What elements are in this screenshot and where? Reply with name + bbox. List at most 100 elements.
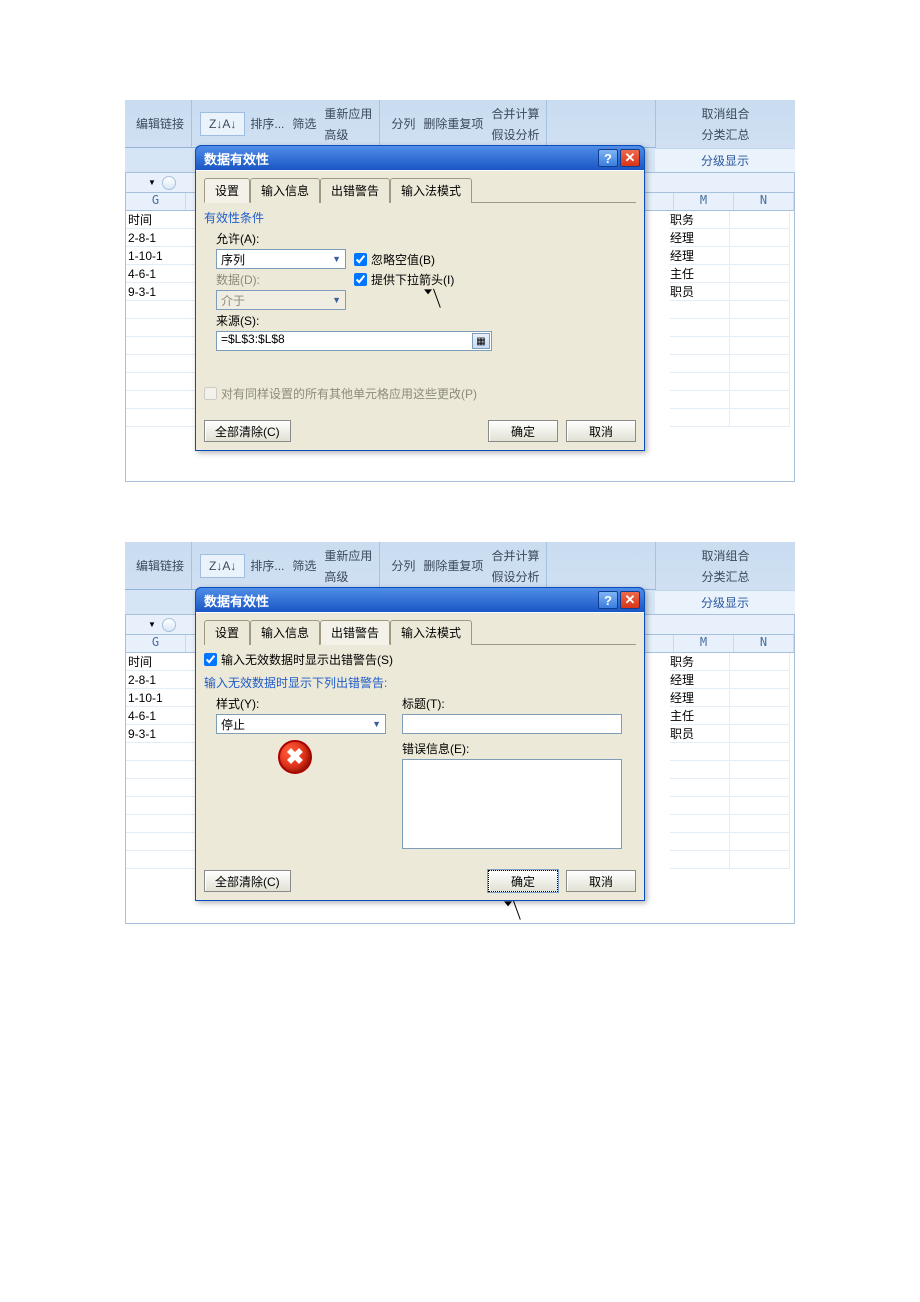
tab-ime-mode[interactable]: 输入法模式: [390, 178, 472, 203]
ok-button[interactable]: 确定: [488, 870, 558, 892]
col-n[interactable]: N: [734, 635, 794, 652]
ribbon-text-to-columns[interactable]: 分列: [388, 556, 418, 575]
ignore-blank-input[interactable]: [354, 253, 367, 266]
ribbon-sort-label[interactable]: 排序...: [247, 114, 287, 133]
fx-icon: [162, 618, 176, 632]
style-value: 停止: [221, 716, 245, 733]
allow-select[interactable]: 序列 ▼: [216, 249, 346, 269]
help-button[interactable]: ?: [598, 149, 618, 167]
ribbon-reapply[interactable]: 重新应用: [321, 546, 375, 565]
ignore-blank-checkbox[interactable]: 忽略空值(B): [354, 251, 435, 268]
dialog-titlebar[interactable]: 数据有效性 ? ✕: [196, 146, 644, 170]
ribbon-ungroup[interactable]: 取消组合: [698, 546, 752, 565]
tab-input-message[interactable]: 输入信息: [250, 178, 320, 203]
cancel-button[interactable]: 取消: [566, 870, 636, 892]
show-error-checkbox[interactable]: 输入无效数据时显示出错警告(S): [204, 651, 636, 668]
clear-all-button[interactable]: 全部清除(C): [204, 870, 291, 892]
dialog-tabs: 设置 输入信息 出错警告 输入法模式: [204, 177, 636, 203]
col-g[interactable]: G: [126, 193, 186, 210]
dialog-tabs: 设置 输入信息 出错警告 输入法模式: [204, 619, 636, 645]
ok-button[interactable]: 确定: [488, 420, 558, 442]
right-row: 经理: [670, 247, 730, 265]
data-label: 数据(D):: [216, 271, 276, 288]
tab-settings[interactable]: 设置: [204, 620, 250, 645]
col-m[interactable]: M: [674, 193, 734, 210]
ribbon-subtotal[interactable]: 分类汇总: [698, 125, 752, 144]
fx-icon: [162, 176, 176, 190]
range-picker-icon[interactable]: ▦: [472, 333, 490, 349]
left-row: 1-10-1: [126, 247, 196, 265]
cancel-button[interactable]: 取消: [566, 420, 636, 442]
ribbon-edit-links[interactable]: 编辑链接: [133, 114, 187, 133]
ribbon-filter[interactable]: 筛选: [289, 556, 319, 575]
tab-error-alert[interactable]: 出错警告: [320, 620, 390, 645]
title-input[interactable]: [402, 714, 622, 734]
right-column-data: 职务 经理 经理 主任 职员: [670, 653, 790, 869]
ribbon-filter[interactable]: 筛选: [289, 114, 319, 133]
col-m[interactable]: M: [674, 635, 734, 652]
ribbon-subtotal[interactable]: 分类汇总: [698, 567, 752, 586]
ribbon-advanced[interactable]: 高级: [321, 567, 351, 586]
ribbon-whatif[interactable]: 假设分析: [488, 125, 542, 144]
error-message-textarea[interactable]: [402, 759, 622, 849]
ribbon-calc[interactable]: 合并计算: [488, 546, 542, 565]
right-row: 主任: [670, 265, 730, 283]
ribbon-advanced[interactable]: 高级: [321, 125, 351, 144]
error-group-label: 输入无效数据时显示下列出错警告:: [204, 674, 636, 691]
ribbon-ungroup[interactable]: 取消组合: [698, 104, 752, 123]
show-error-input[interactable]: [204, 653, 217, 666]
tab-settings[interactable]: 设置: [204, 178, 250, 203]
ribbon-whatif[interactable]: 假设分析: [488, 567, 542, 586]
help-button[interactable]: ?: [598, 591, 618, 609]
ribbon-reapply[interactable]: 重新应用: [321, 104, 375, 123]
dropdown-input[interactable]: [354, 273, 367, 286]
show-error-label: 输入无效数据时显示出错警告(S): [221, 651, 393, 668]
ribbon-outline-label: 分级显示: [655, 148, 795, 172]
source-label: 来源(S):: [216, 312, 259, 329]
ribbon-sort-label[interactable]: 排序...: [247, 556, 287, 575]
ribbon-outline-label: 分级显示: [655, 590, 795, 614]
ribbon-sort-button[interactable]: Z↓A↓: [200, 112, 245, 136]
col-n[interactable]: N: [734, 193, 794, 210]
screenshot-2: 编辑链接 Z↓A↓ 排序... 筛选 重新应用 高级 分列 删除重复项 合并计算…: [125, 542, 795, 924]
close-button[interactable]: ✕: [620, 591, 640, 609]
tab-input-message[interactable]: 输入信息: [250, 620, 320, 645]
chevron-down-icon: ▼: [332, 295, 341, 305]
dropdown-checkbox[interactable]: 提供下拉箭头(I): [354, 271, 454, 288]
style-label: 样式(Y):: [216, 695, 386, 712]
ribbon-outline-group: 取消组合 分类汇总: [655, 542, 795, 590]
tab-error-alert[interactable]: 出错警告: [320, 178, 390, 203]
apply-others-input: [204, 387, 217, 400]
col-g[interactable]: G: [126, 635, 186, 652]
ribbon-text-to-columns[interactable]: 分列: [388, 114, 418, 133]
right-column-data: 职务 经理 经理 主任 职员: [670, 211, 790, 427]
name-box-dropdown[interactable]: ▼: [128, 178, 156, 187]
data-validation-dialog: 数据有效性 ? ✕ 设置 输入信息 出错警告 输入法模式 输入无效数据时显示出错…: [195, 587, 645, 901]
validation-criteria-group: 有效性条件 允许(A): 序列 ▼ 忽略空值(B) 数据(D):: [204, 209, 636, 402]
ribbon-remove-dup[interactable]: 删除重复项: [420, 114, 486, 133]
clear-all-button[interactable]: 全部清除(C): [204, 420, 291, 442]
ribbon-calc[interactable]: 合并计算: [488, 104, 542, 123]
right-row: 职员: [670, 725, 730, 743]
ribbon-edit-links[interactable]: 编辑链接: [133, 556, 187, 575]
left-row: 4-6-1: [126, 265, 196, 283]
close-button[interactable]: ✕: [620, 149, 640, 167]
ribbon-sort-button[interactable]: Z↓A↓: [200, 554, 245, 578]
ribbon-outline-group: 取消组合 分类汇总: [655, 100, 795, 148]
name-box-dropdown[interactable]: ▼: [128, 620, 156, 629]
left-row: 2-8-1: [126, 671, 196, 689]
left-header: 时间: [126, 653, 196, 671]
tab-ime-mode[interactable]: 输入法模式: [390, 620, 472, 645]
source-input[interactable]: =$L$3:$L$8 ▦: [216, 331, 492, 351]
apply-others-label: 对有同样设置的所有其他单元格应用这些更改(P): [221, 385, 477, 402]
dropdown-label: 提供下拉箭头(I): [371, 271, 454, 288]
right-row: 经理: [670, 229, 730, 247]
data-select: 介于 ▼: [216, 290, 346, 310]
title-label: 标题(T):: [402, 695, 636, 712]
stop-icon: ✖: [278, 740, 312, 774]
ribbon-remove-dup[interactable]: 删除重复项: [420, 556, 486, 575]
dialog-titlebar[interactable]: 数据有效性 ? ✕: [196, 588, 644, 612]
right-row: 职员: [670, 283, 730, 301]
style-select[interactable]: 停止 ▼: [216, 714, 386, 734]
data-validation-dialog: 数据有效性 ? ✕ 设置 输入信息 出错警告 输入法模式 有效性条件 允许(A)…: [195, 145, 645, 451]
